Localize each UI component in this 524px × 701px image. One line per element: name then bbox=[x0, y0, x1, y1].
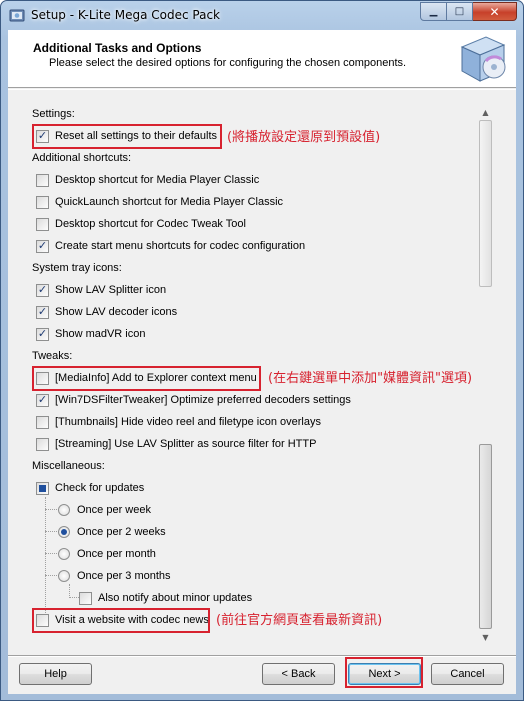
tweak-win7dsfilter-checkbox[interactable]: ✓ bbox=[36, 393, 49, 407]
mediainfo-highlight-box bbox=[32, 366, 261, 391]
help-label: Help bbox=[44, 668, 67, 680]
scroll-thumb[interactable] bbox=[479, 444, 492, 629]
back-label: < Back bbox=[281, 668, 316, 680]
freq-week-radio[interactable] bbox=[58, 504, 70, 516]
option-label: Once per 3 months bbox=[77, 570, 171, 582]
shortcut-start-menu-option[interactable]: ✓ Create start menu shortcuts for codec … bbox=[36, 237, 305, 255]
website-highlight-box bbox=[32, 608, 210, 633]
tweak-streaming-option[interactable]: [Streaming] Use LAV Splitter as source f… bbox=[36, 435, 316, 453]
tray-category: System tray icons: bbox=[32, 262, 122, 274]
tray-lav-decoder-option[interactable]: ✓ Show LAV decoder icons bbox=[36, 303, 177, 321]
back-button[interactable]: < Back bbox=[262, 663, 335, 685]
shortcuts-category: Additional shortcuts: bbox=[32, 152, 132, 164]
wizard-header: Additional Tasks and Options Please sele… bbox=[8, 30, 516, 88]
freq-3months-option[interactable]: Once per 3 months bbox=[58, 567, 171, 585]
option-label: [Thumbnails] Hide video reel and filetyp… bbox=[55, 416, 321, 428]
option-label: [Win7DSFilterTweaker] Optimize preferred… bbox=[55, 394, 351, 406]
window-title: Setup - K-Lite Mega Codec Pack bbox=[31, 8, 220, 22]
option-label: Once per 2 weeks bbox=[77, 526, 166, 538]
website-annotation: (前往官方網頁查看最新資訊) bbox=[216, 613, 383, 628]
option-label: Desktop shortcut for Media Player Classi… bbox=[55, 174, 260, 186]
option-label: QuickLaunch shortcut for Media Player Cl… bbox=[55, 196, 284, 208]
reset-annotation: (將播放設定還原到預設值) bbox=[227, 130, 381, 145]
tree-connector bbox=[45, 509, 57, 510]
mediainfo-annotation: (在右鍵選單中添加"媒體資訊"選項) bbox=[268, 371, 473, 386]
option-label: Check for updates bbox=[55, 482, 145, 494]
page-title: Additional Tasks and Options bbox=[33, 41, 202, 55]
minor-updates-option[interactable]: Also notify about minor updates bbox=[79, 589, 252, 607]
setup-window: Setup - K-Lite Mega Codec Pack ▁ □ ✕ Add… bbox=[0, 0, 524, 701]
freq-2weeks-radio[interactable] bbox=[58, 526, 70, 538]
help-button[interactable]: Help bbox=[19, 663, 92, 685]
shortcut-desktop-mpc-checkbox[interactable] bbox=[36, 173, 49, 187]
option-label: Once per month bbox=[77, 548, 156, 560]
check-updates-checkbox[interactable] bbox=[36, 481, 49, 495]
tree-connector bbox=[45, 497, 46, 613]
page-subtitle: Please select the desired options for co… bbox=[49, 57, 407, 69]
option-label: Show madVR icon bbox=[55, 328, 146, 340]
option-label: [Streaming] Use LAV Splitter as source f… bbox=[55, 438, 317, 450]
tree-connector bbox=[45, 531, 57, 532]
scroll-down-icon[interactable]: ▼ bbox=[477, 629, 494, 646]
tweak-thumbnails-checkbox[interactable] bbox=[36, 415, 49, 429]
cancel-button[interactable]: Cancel bbox=[431, 663, 504, 685]
freq-month-radio[interactable] bbox=[58, 548, 70, 560]
tree-connector bbox=[69, 584, 70, 598]
wizard-client: Additional Tasks and Options Please sele… bbox=[8, 30, 516, 694]
check-updates-option[interactable]: Check for updates bbox=[36, 479, 144, 497]
tray-madvr-option[interactable]: ✓ Show madVR icon bbox=[36, 325, 146, 343]
app-icon bbox=[9, 9, 25, 22]
tray-lav-decoder-checkbox[interactable]: ✓ bbox=[36, 305, 49, 319]
scroll-up-icon[interactable]: ▲ bbox=[477, 104, 494, 121]
option-label: Create start menu shortcuts for codec co… bbox=[55, 240, 306, 252]
option-label: Show LAV Splitter icon bbox=[55, 284, 167, 296]
tweak-thumbnails-option[interactable]: [Thumbnails] Hide video reel and filetyp… bbox=[36, 413, 321, 431]
reset-highlight-box bbox=[32, 124, 222, 149]
close-button[interactable]: ✕ bbox=[473, 2, 517, 21]
tweak-streaming-checkbox[interactable] bbox=[36, 437, 49, 451]
minor-updates-checkbox[interactable] bbox=[79, 591, 92, 605]
option-label: Show LAV decoder icons bbox=[55, 306, 178, 318]
settings-category: Settings: bbox=[32, 108, 75, 120]
tray-lav-splitter-checkbox[interactable]: ✓ bbox=[36, 283, 49, 297]
shortcut-quicklaunch-checkbox[interactable] bbox=[36, 195, 49, 209]
freq-month-option[interactable]: Once per month bbox=[58, 545, 156, 563]
freq-week-option[interactable]: Once per week bbox=[58, 501, 151, 519]
vertical-scrollbar[interactable]: ▲ ▼ bbox=[477, 104, 494, 646]
installer-box-icon bbox=[460, 36, 506, 82]
tray-madvr-checkbox[interactable]: ✓ bbox=[36, 327, 49, 341]
tree-connector bbox=[45, 575, 57, 576]
freq-2weeks-option[interactable]: Once per 2 weeks bbox=[58, 523, 166, 541]
scroll-track-top bbox=[479, 120, 492, 287]
minimize-button[interactable]: ▁ bbox=[420, 2, 447, 21]
options-list: Settings: ✓ Reset all settings to their … bbox=[28, 105, 498, 645]
option-label: Also notify about minor updates bbox=[98, 592, 253, 604]
shortcut-quicklaunch-option[interactable]: QuickLaunch shortcut for Media Player Cl… bbox=[36, 193, 283, 211]
option-label: Desktop shortcut for Codec Tweak Tool bbox=[55, 218, 246, 230]
tree-connector bbox=[45, 553, 57, 554]
title-bar[interactable]: Setup - K-Lite Mega Codec Pack ▁ □ ✕ bbox=[1, 1, 523, 29]
cancel-label: Cancel bbox=[450, 668, 485, 680]
shortcut-start-menu-checkbox[interactable]: ✓ bbox=[36, 239, 49, 253]
misc-category: Miscellaneous: bbox=[32, 460, 105, 472]
option-label: Once per week bbox=[77, 504, 151, 516]
shortcut-tweak-tool-checkbox[interactable] bbox=[36, 217, 49, 231]
tweaks-category: Tweaks: bbox=[32, 350, 73, 362]
maximize-button[interactable]: □ bbox=[447, 2, 473, 21]
next-highlight-box bbox=[345, 657, 423, 688]
tweak-win7dsfilter-option[interactable]: ✓ [Win7DSFilterTweaker] Optimize preferr… bbox=[36, 391, 351, 409]
freq-3months-radio[interactable] bbox=[58, 570, 70, 582]
shortcut-desktop-mpc-option[interactable]: Desktop shortcut for Media Player Classi… bbox=[36, 171, 259, 189]
tray-lav-splitter-option[interactable]: ✓ Show LAV Splitter icon bbox=[36, 281, 166, 299]
tree-connector bbox=[69, 597, 79, 598]
shortcut-tweak-tool-option[interactable]: Desktop shortcut for Codec Tweak Tool bbox=[36, 215, 246, 233]
